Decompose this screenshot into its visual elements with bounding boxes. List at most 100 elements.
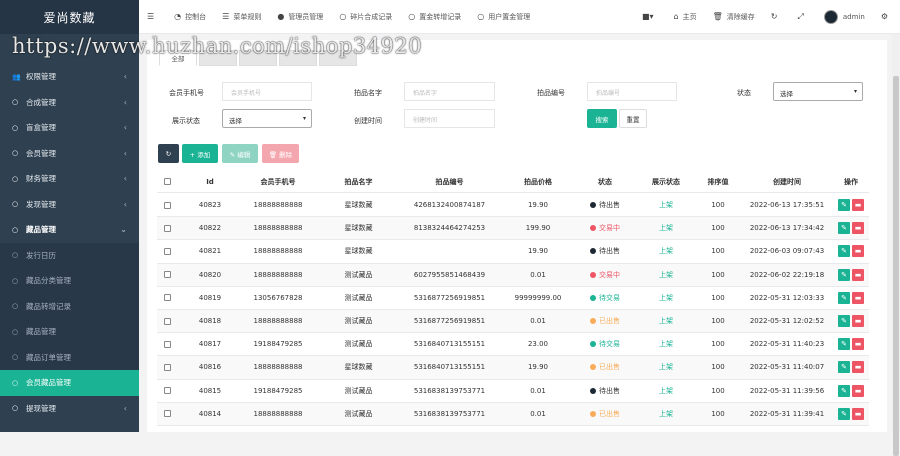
top-nav-item-1[interactable]: ◔ 控制台 xyxy=(166,0,214,34)
row-checkbox[interactable] xyxy=(163,201,171,209)
status-select[interactable]: 选择 ▾ xyxy=(773,82,863,101)
reset-button[interactable]: 重置 xyxy=(619,109,647,128)
sidebar-item-0[interactable]: 👥 权限管理 ‹ xyxy=(0,64,139,90)
table-row[interactable]: 40819 13056767828 测试藏品 5316877256919851 9999… xyxy=(157,287,869,310)
row-edit-button[interactable]: ✎ xyxy=(838,361,850,374)
number-input[interactable]: 拍品编号 xyxy=(587,82,677,101)
brand-logo[interactable]: 爱尚数藏 xyxy=(0,0,139,34)
user-menu[interactable]: admin xyxy=(816,0,873,34)
row-checkbox[interactable] xyxy=(163,294,171,302)
table-row[interactable]: 40821 18888888888 星球数藏 19.90 待出售 上架 100 2022-06… xyxy=(157,240,869,264)
column-header[interactable]: 展示状态 xyxy=(637,171,695,192)
row-edit-button[interactable]: ✎ xyxy=(838,291,850,304)
row-delete-button[interactable]: ▬ xyxy=(852,199,864,212)
top-nav-item-0[interactable]: ☰ xyxy=(139,0,166,34)
row-checkbox[interactable] xyxy=(163,247,171,255)
row-delete-button[interactable]: ▬ xyxy=(852,291,864,304)
top-right-item-3[interactable]: ↻ xyxy=(763,0,790,34)
sidebar-item-8[interactable]: ○ 藏品分类管理 xyxy=(0,268,139,294)
table-row[interactable]: 40814 18888888888 测试藏品 5316838139753771 0.01… xyxy=(157,402,869,426)
row-display-status[interactable]: 上架 xyxy=(659,223,673,233)
row-display-status[interactable]: 上架 xyxy=(659,409,673,419)
row-checkbox[interactable] xyxy=(163,271,171,279)
sidebar-item-10[interactable]: ○ 藏品管理 xyxy=(0,319,139,345)
row-display-status[interactable]: 上架 xyxy=(659,386,673,396)
row-delete-button[interactable]: ▬ xyxy=(852,222,864,235)
page-scrollbar[interactable] xyxy=(892,34,900,456)
row-display-status[interactable]: 上架 xyxy=(659,362,673,372)
column-header[interactable]: 拍品编号 xyxy=(396,171,503,192)
top-right-item-2[interactable]: 🗑 清除缓存 xyxy=(705,0,763,34)
scrollbar-thumb[interactable] xyxy=(893,76,899,456)
row-checkbox[interactable] xyxy=(163,363,171,371)
table-row[interactable]: 40820 18888888888 测试藏品 6027955851468439 0.01… xyxy=(157,263,869,287)
row-edit-button[interactable]: ✎ xyxy=(838,222,850,235)
top-nav-item-6[interactable]: ○ 用户置金管理 xyxy=(469,0,538,34)
row-checkbox[interactable] xyxy=(163,410,171,418)
row-display-status[interactable]: 上架 xyxy=(659,339,673,349)
row-display-status[interactable]: 上架 xyxy=(659,316,673,326)
search-button[interactable]: 搜索 xyxy=(587,109,617,128)
column-header[interactable]: Id xyxy=(185,171,235,192)
phone-input[interactable]: 会员手机号 xyxy=(222,82,312,101)
row-delete-button[interactable]: ▬ xyxy=(852,407,864,420)
row-checkbox[interactable] xyxy=(163,387,171,395)
row-delete-button[interactable]: ▬ xyxy=(852,315,864,328)
row-checkbox[interactable] xyxy=(163,317,171,325)
table-row[interactable]: 40817 19188479285 测试藏品 5316840713155151 23.0… xyxy=(157,333,869,357)
column-header[interactable]: 拍品名字 xyxy=(321,171,396,192)
sidebar-item-11[interactable]: ○ 藏品订单管理 xyxy=(0,344,139,370)
top-right-item-4[interactable]: ⤢ xyxy=(789,0,815,34)
column-header[interactable]: 拍品价格 xyxy=(503,171,573,192)
table-row[interactable]: 40815 19188479285 测试藏品 5316838139753771 0.01… xyxy=(157,380,869,403)
row-delete-button[interactable]: ▬ xyxy=(852,338,864,351)
row-checkbox[interactable] xyxy=(163,340,171,348)
table-row[interactable]: 40818 18888888888 测试藏品 5316877256919851 0.01… xyxy=(157,310,869,334)
tab-1[interactable] xyxy=(199,50,237,66)
row-display-status[interactable]: 上架 xyxy=(659,246,673,256)
tab-3[interactable] xyxy=(279,50,317,66)
top-nav-item-5[interactable]: ○ 置金转增记录 xyxy=(400,0,469,34)
select-all-checkbox[interactable] xyxy=(163,178,171,185)
tab-2[interactable] xyxy=(239,50,277,66)
add-button[interactable]: + 添加 xyxy=(182,144,218,163)
sidebar-item-3[interactable]: ○ 会员管理 ‹ xyxy=(0,141,139,167)
top-right-item-1[interactable]: ⌂ 主页 xyxy=(666,0,705,34)
column-header[interactable]: 会员手机号 xyxy=(235,171,321,192)
row-checkbox[interactable] xyxy=(163,224,171,232)
sidebar-item-1[interactable]: ○ 合成管理 ‹ xyxy=(0,90,139,116)
row-edit-button[interactable]: ✎ xyxy=(838,315,850,328)
row-edit-button[interactable]: ✎ xyxy=(838,384,850,397)
sidebar-item-6[interactable]: ○ 藏品管理 ⌄ xyxy=(0,217,139,243)
delete-button[interactable]: 🗑 删除 xyxy=(262,144,299,163)
row-edit-button[interactable]: ✎ xyxy=(838,245,850,258)
tab-0[interactable]: 全部 xyxy=(159,50,197,66)
sidebar-item-9[interactable]: ○ 藏品转增记录 xyxy=(0,293,139,319)
row-display-status[interactable]: 上架 xyxy=(659,270,673,280)
table-row[interactable]: 40816 18888888888 星球数藏 5316840713155151 19.9… xyxy=(157,356,869,380)
top-nav-item-4[interactable]: ○ 碎片合成记录 xyxy=(331,0,400,34)
sidebar-item-12[interactable]: ○ 会员藏品管理 xyxy=(0,370,139,396)
sidebar-item-7[interactable]: ○ 发行日历 xyxy=(0,242,139,268)
tab-4[interactable] xyxy=(319,50,357,66)
name-input[interactable]: 拍品名字 xyxy=(404,82,495,101)
table-row[interactable]: 40822 18888888888 星球数藏 8138324464274253 199.… xyxy=(157,217,869,241)
top-nav-item-3[interactable]: ● 管理员管理 xyxy=(269,0,331,34)
row-edit-button[interactable]: ✎ xyxy=(838,199,850,212)
row-display-status[interactable]: 上架 xyxy=(659,293,673,303)
sidebar-item-2[interactable]: ○ 盲盒管理 ‹ xyxy=(0,115,139,141)
row-edit-button[interactable]: ✎ xyxy=(838,407,850,420)
row-delete-button[interactable]: ▬ xyxy=(852,245,864,258)
sidebar-item-13[interactable]: ○ 提现管理 ‹ xyxy=(0,396,139,422)
column-header[interactable]: 创建时间 xyxy=(741,171,833,192)
sidebar-item-4[interactable]: ○ 财务管理 ‹ xyxy=(0,166,139,192)
row-display-status[interactable]: 上架 xyxy=(659,200,673,210)
row-edit-button[interactable]: ✎ xyxy=(838,338,850,351)
edit-button[interactable]: ✎ 编辑 xyxy=(222,144,258,163)
table-row[interactable]: 40823 18888888888 星球数藏 4268132400874187 19.9… xyxy=(157,194,869,218)
sidebar-item-5[interactable]: ○ 发现管理 ‹ xyxy=(0,192,139,218)
created-input[interactable]: 创建时间 xyxy=(404,109,495,128)
column-header[interactable]: 操作 xyxy=(833,171,869,192)
top-nav-item-2[interactable]: ☰ 菜单规则 xyxy=(214,0,269,34)
row-delete-button[interactable]: ▬ xyxy=(852,268,864,281)
